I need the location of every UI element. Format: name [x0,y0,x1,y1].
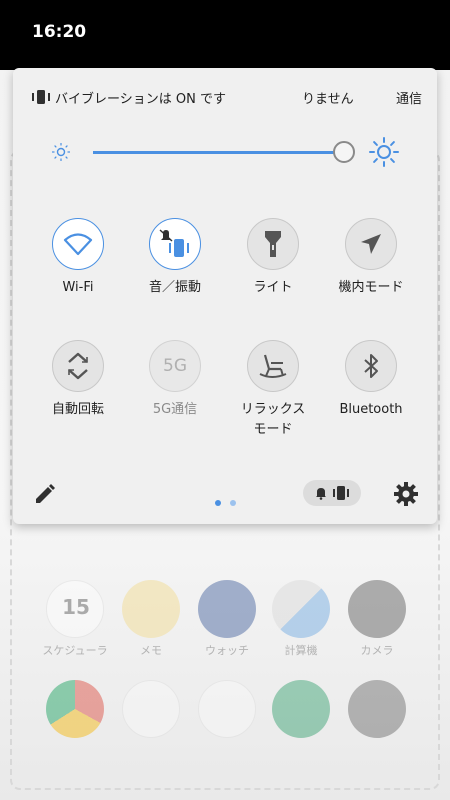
sound-toggle-button[interactable] [149,218,201,270]
sun-small-icon [52,143,70,161]
quick-settings-panel: バイブレーションは ON です りません 通信 Wi-Fi 音／振動 ライト 機… [13,68,437,524]
google-apps-icon[interactable] [198,680,256,738]
sound-mode-pill[interactable] [303,480,361,506]
sound-vibrate-icon [159,229,189,257]
tile-auto-rotate[interactable]: 自動回転 [23,340,133,440]
settings-app-icon[interactable] [348,680,406,738]
page-dot [230,500,237,506]
clock-icon[interactable] [198,580,256,638]
tile-flashlight[interactable]: ライト [218,218,328,318]
bluetooth-toggle-button[interactable] [345,340,397,392]
app-label: 計算機 [284,644,318,657]
app-label: メモ [140,644,162,657]
settings-icon[interactable] [393,481,419,507]
edit-icon[interactable] [33,482,57,506]
flashlight-toggle-button[interactable] [247,218,299,270]
flashlight-icon [265,231,281,257]
tile-bluetooth[interactable]: Bluetooth [316,340,426,440]
auto-rotate-toggle-button[interactable] [52,340,104,392]
play-store-icon[interactable] [122,680,180,738]
calendar-icon[interactable]: 15 [46,580,104,638]
airplane-icon [361,234,381,254]
bell-icon [316,488,326,500]
brightness-slider-track[interactable] [93,151,343,154]
tile-label: Wi-Fi [62,280,94,295]
wifi-icon [63,233,93,256]
airplane-toggle-button[interactable] [345,218,397,270]
tile-label: 5G通信 [152,402,198,417]
tile-relax[interactable]: リラックス モード [218,340,328,440]
status-time: 16:20 [32,22,87,42]
bluetooth-icon [364,354,378,378]
tile-label: Bluetooth [339,402,403,417]
vibrate-icon [333,486,349,500]
dock-row [0,680,450,770]
tile-label: 機内モード [338,280,404,295]
home-app-row: 15 スケジューラ メモ ウォッチ 計算機 カメラ [0,580,450,670]
5g-icon: 5G [163,356,187,376]
notification-text-3: 通信 [396,92,423,107]
quick-settings-footer [13,472,437,516]
relax-toggle-button[interactable] [247,340,299,392]
5g-toggle-button[interactable]: 5G [149,340,201,392]
rocking-chair-icon [259,354,287,378]
wifi-toggle-button[interactable] [52,218,104,270]
calculator-icon[interactable] [272,580,330,638]
notification-text: バイブレーションは ON です [55,92,226,107]
app-label: スケジューラ [42,644,108,657]
status-bar: 16:20 [0,0,450,70]
auto-rotate-icon [68,352,88,380]
app-label: カメラ [360,644,394,657]
page-dot-active [215,500,221,506]
tile-label: ライト [253,280,293,295]
tile-label: リラックス モード [240,402,306,437]
page-indicator [215,491,240,510]
tile-airplane[interactable]: 機内モード [316,218,426,318]
tile-label: 自動回転 [51,402,104,417]
vibrate-icon [32,90,50,104]
memo-icon[interactable] [122,580,180,638]
camera-icon[interactable] [348,580,406,638]
app-label: ウォッチ [205,644,249,657]
tile-5g[interactable]: 5G 5G通信 [120,340,230,440]
phone-icon[interactable] [272,680,330,738]
tile-label: 音／振動 [148,280,201,295]
calendar-date: 15 [62,595,90,619]
notification-row[interactable]: バイブレーションは ON です りません 通信 [13,68,437,124]
brightness-slider-thumb[interactable] [333,141,355,163]
brightness-row [13,132,437,172]
sun-large-icon [369,137,399,167]
chrome-icon[interactable] [46,680,104,738]
tile-wifi[interactable]: Wi-Fi [23,218,133,318]
notification-text-2: りません [302,92,354,107]
tile-sound[interactable]: 音／振動 [120,218,230,318]
